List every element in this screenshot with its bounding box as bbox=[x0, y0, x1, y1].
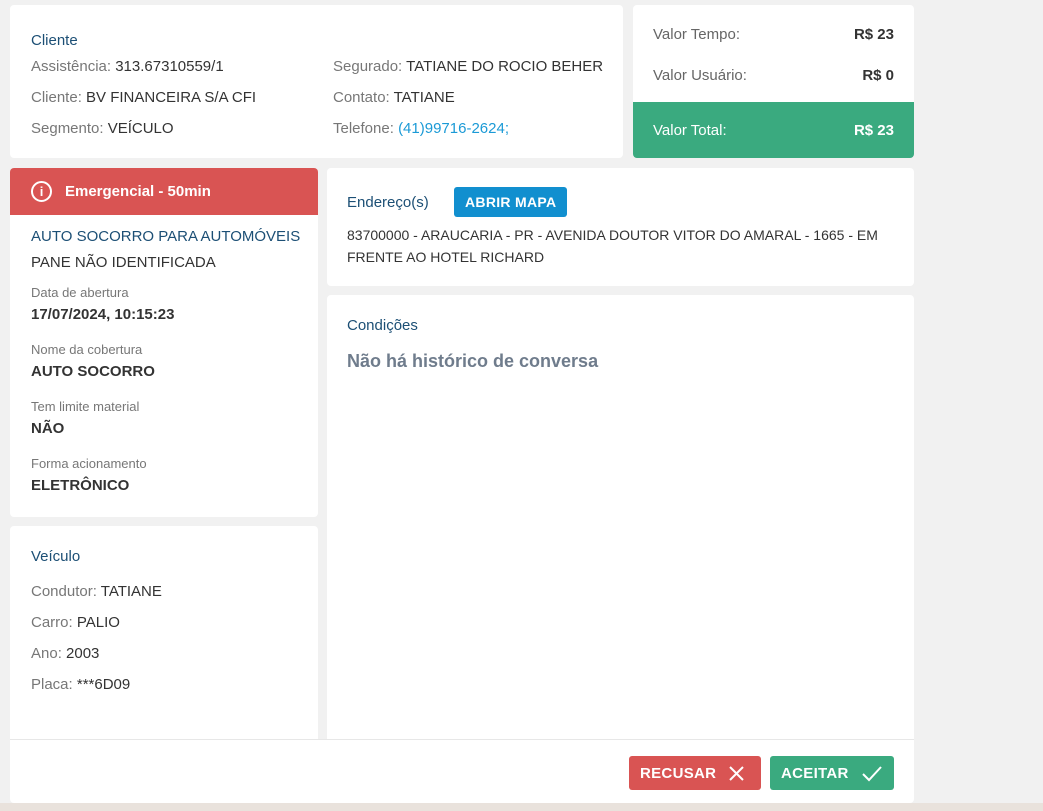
check-icon bbox=[861, 765, 882, 781]
ano-row: Ano: 2003 bbox=[31, 645, 99, 662]
nome-cobertura-label: Nome da cobertura bbox=[31, 342, 143, 357]
cliente-value: BV FINANCEIRA S/A CFI bbox=[86, 89, 257, 106]
condicoes-empty-message: Não há histórico de conversa bbox=[347, 351, 599, 371]
segmento-value: VEÍCULO bbox=[107, 120, 174, 137]
condicoes-card: Condições Não há histórico de conversa bbox=[327, 295, 914, 750]
ano-label: Ano: bbox=[31, 645, 62, 662]
segmento-label: Segmento: bbox=[31, 120, 104, 137]
contato-label: Contato: bbox=[333, 89, 390, 106]
carro-value: PALIO bbox=[76, 614, 120, 631]
valor-usuario-row: Valor Usuário: R$ 0 bbox=[633, 60, 914, 90]
nome-cobertura-value: AUTO SOCORRO bbox=[31, 363, 155, 380]
valor-usuario-label: Valor Usuário: bbox=[653, 66, 747, 84]
limite-material-label: Tem limite material bbox=[31, 399, 140, 414]
cliente-row: Cliente: BV FINANCEIRA S/A CFI bbox=[31, 89, 256, 106]
valor-total-row: Valor Total: R$ 23 bbox=[633, 102, 914, 158]
contato-row: Contato: TATIANE bbox=[333, 89, 455, 106]
emergencial-alert: i Emergencial - 50min bbox=[10, 168, 318, 215]
servico-card: i Emergencial - 50min AUTO SOCORRO PARA … bbox=[10, 168, 318, 517]
veiculo-card: Veículo Condutor: TATIANE Carro: PALIO A… bbox=[10, 526, 318, 746]
assistencia-value: 313.67310559/1 bbox=[115, 58, 224, 75]
carro-label: Carro: bbox=[31, 614, 73, 631]
data-abertura-label: Data de abertura bbox=[31, 285, 129, 300]
recusar-button[interactable]: RECUSAR bbox=[629, 756, 761, 790]
placa-label: Placa: bbox=[31, 676, 73, 693]
page-bottom-strip bbox=[0, 803, 1043, 811]
telefone-label: Telefone: bbox=[333, 120, 394, 137]
carro-row: Carro: PALIO bbox=[31, 614, 120, 631]
segurado-label: Segurado: bbox=[333, 58, 403, 75]
condutor-row: Condutor: TATIANE bbox=[31, 583, 162, 600]
placa-value: ***6D09 bbox=[76, 676, 131, 693]
cliente-card: Cliente Assistência: 313.67310559/1 Clie… bbox=[10, 5, 623, 158]
servico-title: AUTO SOCORRO PARA AUTOMÓVEIS bbox=[31, 228, 301, 245]
ano-value: 2003 bbox=[66, 645, 100, 662]
condutor-value: TATIANE bbox=[100, 583, 162, 600]
endereco-card: Endereço(s) ABRIR MAPA 83700000 - ARAUCA… bbox=[327, 168, 914, 286]
cliente-label: Cliente: bbox=[31, 89, 82, 106]
cliente-title: Cliente bbox=[31, 32, 78, 49]
assistencia-row: Assistência: 313.67310559/1 bbox=[31, 58, 224, 75]
valor-tempo-label: Valor Tempo: bbox=[653, 25, 740, 43]
info-circle-icon: i bbox=[31, 181, 52, 202]
telefone-link[interactable]: (41)99716-2624; bbox=[398, 120, 509, 137]
segurado-row: Segurado: TATIANE DO ROCIO BEHER bbox=[333, 58, 603, 75]
placa-row: Placa: ***6D09 bbox=[31, 676, 130, 693]
valor-total-value: R$ 23 bbox=[853, 121, 894, 139]
segurado-value: TATIANE DO ROCIO BEHER bbox=[406, 58, 604, 75]
close-icon bbox=[729, 765, 744, 781]
valor-tempo-value: R$ 23 bbox=[853, 25, 894, 43]
aceitar-label: ACEITAR bbox=[781, 764, 849, 782]
valor-usuario-value: R$ 0 bbox=[862, 66, 894, 84]
emergencial-text: Emergencial - 50min bbox=[65, 183, 211, 200]
forma-acionamento-value: ELETRÔNICO bbox=[31, 477, 130, 494]
condicoes-title: Condições bbox=[347, 317, 418, 334]
valor-total-label: Valor Total: bbox=[653, 121, 727, 139]
telefone-row: Telefone: (41)99716-2624; bbox=[333, 120, 509, 137]
recusar-label: RECUSAR bbox=[640, 764, 717, 782]
condutor-label: Condutor: bbox=[31, 583, 97, 600]
limite-material-value: NÃO bbox=[31, 420, 65, 437]
aceitar-button[interactable]: ACEITAR bbox=[770, 756, 894, 790]
action-footer: RECUSAR ACEITAR bbox=[10, 739, 914, 803]
servico-subtitle: PANE NÃO IDENTIFICADA bbox=[31, 254, 216, 271]
assistencia-label: Assistência: bbox=[31, 58, 112, 75]
forma-acionamento-label: Forma acionamento bbox=[31, 456, 147, 471]
data-abertura-value: 17/07/2024, 10:15:23 bbox=[31, 306, 175, 323]
endereco-title: Endereço(s) bbox=[347, 194, 429, 211]
contato-value: TATIANE bbox=[393, 89, 455, 106]
segmento-row: Segmento: VEÍCULO bbox=[31, 120, 174, 137]
abrir-mapa-button[interactable]: ABRIR MAPA bbox=[454, 187, 568, 217]
valor-tempo-row: Valor Tempo: R$ 23 bbox=[633, 19, 914, 49]
valores-card: Valor Tempo: R$ 23 Valor Usuário: R$ 0 V… bbox=[633, 5, 914, 158]
veiculo-title: Veículo bbox=[31, 548, 81, 565]
endereco-text: 83700000 - ARAUCARIA - PR - AVENIDA DOUT… bbox=[347, 227, 878, 265]
